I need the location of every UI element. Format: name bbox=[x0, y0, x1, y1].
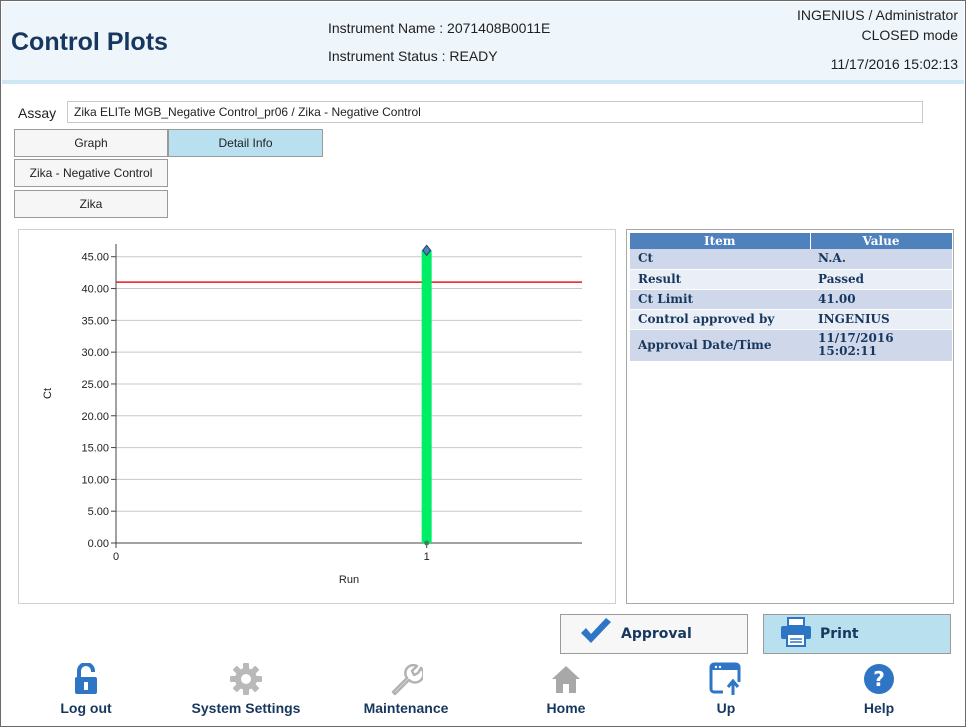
control-item-zika[interactable]: Zika bbox=[14, 190, 168, 218]
wrench-icon bbox=[389, 662, 423, 696]
header-datetime: 11/17/2016 15:02:13 bbox=[830, 56, 958, 72]
nav-label: Home bbox=[546, 700, 586, 716]
value-cell: N.A. bbox=[810, 249, 952, 270]
value-cell: INGENIUS bbox=[810, 309, 952, 330]
nav-label: Up bbox=[716, 700, 736, 716]
detail-header-row: Item Value bbox=[630, 233, 953, 249]
window-up-icon bbox=[709, 662, 743, 696]
unlock-icon bbox=[69, 662, 103, 696]
printer-icon bbox=[780, 617, 812, 651]
item-cell: Result bbox=[630, 269, 810, 290]
y-tick-label: 30.00 bbox=[81, 347, 109, 359]
item-cell: Control approved by bbox=[630, 309, 810, 330]
nav-log-out[interactable]: Log out bbox=[31, 662, 141, 726]
chart-svg: 0.00 5.00 10.00 15.00 20.00 25.00 30.00 35.00 40… bbox=[42, 244, 582, 586]
y-tick-label: 20.00 bbox=[81, 411, 109, 423]
instrument-name: Instrument Name : 2071408B0011E bbox=[328, 20, 551, 36]
item-cell: Approval Date/Time bbox=[630, 329, 810, 362]
x-tick-label: 0 bbox=[113, 551, 119, 563]
item-cell: Ct Limit bbox=[630, 289, 810, 310]
mode-indicator: CLOSED mode bbox=[861, 27, 958, 43]
y-tick-label: 5.00 bbox=[88, 506, 109, 518]
app-window: Control Plots Instrument Name : 2071408B… bbox=[0, 0, 966, 727]
y-tick-label: 45.00 bbox=[81, 252, 109, 264]
value-cell: Passed bbox=[810, 269, 952, 290]
x-axis-label: Run bbox=[339, 574, 359, 586]
assay-field[interactable]: Zika ELITe MGB_Negative Control_pr06 / Z… bbox=[67, 101, 923, 123]
y-axis-label: Ct bbox=[42, 388, 54, 399]
print-label: Print bbox=[820, 626, 859, 642]
x-tick-label: 1 bbox=[424, 551, 430, 563]
approval-button[interactable]: Approval bbox=[560, 614, 748, 654]
table-row: Ct N.A. bbox=[630, 249, 952, 270]
nav-maintenance[interactable]: Maintenance bbox=[341, 662, 471, 726]
y-tick-label: 15.00 bbox=[81, 443, 109, 455]
control-chart: 0.00 5.00 10.00 15.00 20.00 25.00 30.00 35.00 40… bbox=[18, 229, 616, 604]
detail-table: Item Value Ct N.A. Result Passed Ct Limi… bbox=[630, 233, 953, 362]
assay-label: Assay bbox=[18, 105, 57, 121]
value-cell: 11/17/2016 15:02:11 bbox=[810, 329, 952, 362]
svg-text:?: ? bbox=[873, 667, 885, 691]
y-tick-label: 40.00 bbox=[81, 284, 109, 296]
approval-label: Approval bbox=[621, 626, 692, 642]
header-item: Item bbox=[630, 233, 811, 249]
table-row: Ct Limit 41.00 bbox=[630, 289, 952, 310]
nav-label: Maintenance bbox=[363, 700, 449, 716]
control-item-zika-negative-control[interactable]: Zika - Negative Control bbox=[14, 159, 168, 187]
y-tick-label: 10.00 bbox=[81, 474, 109, 486]
gear-icon bbox=[229, 662, 263, 696]
instrument-status: Instrument Status : READY bbox=[328, 48, 498, 64]
detail-panel: Item Value Ct N.A. Result Passed Ct Limi… bbox=[626, 229, 954, 604]
y-tick-label: 35.00 bbox=[81, 315, 109, 327]
data-bar bbox=[421, 250, 432, 543]
value-cell: 41.00 bbox=[810, 289, 952, 310]
tab-detail-info[interactable]: Detail Info bbox=[168, 129, 323, 157]
y-tick-label: 25.00 bbox=[81, 379, 109, 391]
table-row: Result Passed bbox=[630, 269, 952, 290]
nav-help[interactable]: ? Help bbox=[834, 662, 924, 726]
y-tick-label: 0.00 bbox=[88, 538, 109, 550]
header-value: Value bbox=[810, 233, 953, 249]
table-row: Approval Date/Time 11/17/2016 15:02:11 bbox=[630, 329, 952, 362]
table-row: Control approved by INGENIUS bbox=[630, 309, 952, 330]
nav-home[interactable]: Home bbox=[521, 662, 611, 726]
user-info: INGENIUS / Administrator bbox=[796, 7, 958, 23]
print-button[interactable]: Print bbox=[763, 614, 951, 654]
nav-up[interactable]: Up bbox=[681, 662, 771, 726]
page-title: Control Plots bbox=[11, 28, 168, 56]
bar-base-point bbox=[424, 540, 430, 546]
home-icon bbox=[549, 662, 583, 696]
nav-system-settings[interactable]: System Settings bbox=[176, 662, 316, 726]
nav-label: Log out bbox=[60, 700, 112, 716]
tab-graph[interactable]: Graph bbox=[14, 129, 168, 157]
nav-label: Help bbox=[863, 700, 895, 716]
header-bar: Control Plots Instrument Name : 2071408B… bbox=[2, 2, 964, 84]
item-cell: Ct bbox=[630, 249, 810, 270]
nav-label: System Settings bbox=[191, 700, 301, 716]
checkmark-icon bbox=[579, 618, 613, 650]
help-icon: ? bbox=[862, 662, 896, 696]
